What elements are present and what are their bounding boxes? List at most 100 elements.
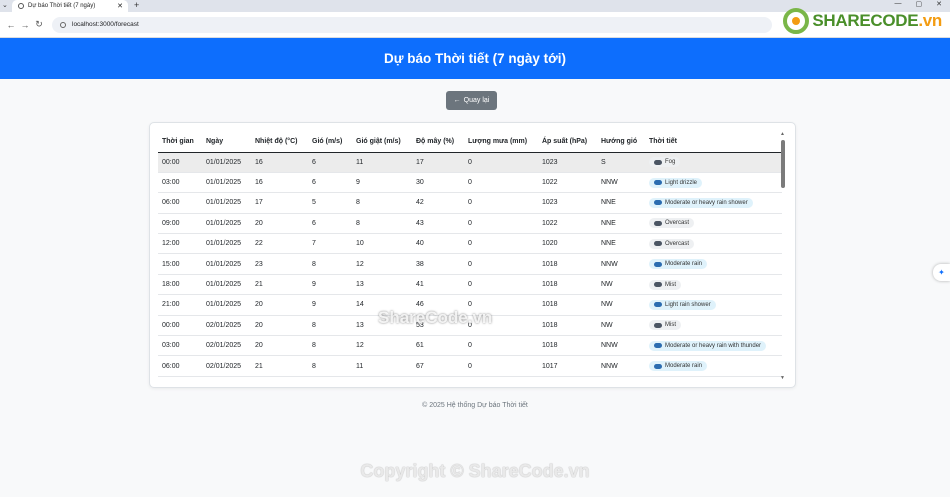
cell-time: 03:00 [158,335,202,357]
weather-badge: Moderate or heavy rain with thunder [649,340,767,351]
weather-badge: Overcast [649,238,695,249]
table-row: 09:00 01/01/2025 20 6 8 43 0 1022 NNE Overcast [158,213,782,235]
forecast-table-container[interactable]: Thời gian Ngày Nhiệt độ (°C) Gió (m/s) Gió g… [158,131,782,381]
back-button-label: Quay lại [463,97,490,104]
reload-icon[interactable]: ↻ [32,19,46,30]
weather-label: Moderate or heavy rain with thunder [665,342,762,349]
table-row: 03:00 01/01/2025 16 6 9 30 0 1022 NNW Light drizz… [158,172,782,194]
cell-date: 02/01/2025 [202,355,251,377]
watermark-center: ShareCode.vn [378,308,493,327]
fog-icon [654,282,662,288]
close-tab-icon[interactable]: ✕ [117,2,123,10]
cell-wind: 6 [308,213,352,235]
weather-label: Moderate rain [665,261,703,268]
cell-pressure: 1017 [538,355,597,377]
cell-rain: 0 [464,152,538,173]
cell-rain: 0 [464,192,538,214]
rain-icon [654,200,662,206]
cell-weather: Moderate or heavy rain shower [645,192,782,214]
cell-dir: NW [597,315,645,337]
weather-badge: Light rain shower [649,299,716,310]
cell-date: 01/01/2025 [202,253,251,275]
cell-dir: NW [597,274,645,296]
scroll-down-icon[interactable]: ▼ [780,375,785,381]
cell-time: 18:00 [158,274,202,296]
minimize-icon[interactable]: — [895,0,902,8]
cell-cloud: 40 [412,233,464,255]
cell-wind: 6 [308,152,352,173]
browser-tab[interactable]: Dự báo Thời tiết (7 ngày) ✕ [12,0,128,12]
cell-dir: NNW [597,172,645,194]
cloud-icon [654,220,662,226]
column-header: Hướng gió [597,131,645,153]
maximize-icon[interactable]: ▢ [916,0,923,8]
weather-badge: Overcast [649,218,695,229]
cell-cloud: 42 [412,192,464,214]
url-text: localhost:3000/forecast [72,21,139,28]
app-header: Dự báo Thời tiết (7 ngày tới) [0,38,950,79]
cell-pressure: 1022 [538,172,597,194]
back-button[interactable]: ← Quay lại [446,91,497,110]
weather-badge: Moderate rain [649,259,708,270]
cell-temp: 17 [251,192,308,214]
weather-label: Light rain shower [665,301,711,308]
footer-text: © 2025 Hệ thống Dự báo Thời tiết [422,402,528,409]
site-info-icon[interactable] [60,21,66,28]
cell-rain: 0 [464,213,538,235]
floating-helper-icon[interactable]: ✦ [933,264,950,281]
table-row: 15:00 01/01/2025 23 8 12 38 0 1018 NNW Moderate r… [158,253,782,275]
table-row: 06:00 02/01/2025 21 8 11 67 0 1017 NNW Moderate r… [158,355,782,377]
sharecode-logo-mark-icon [783,8,810,34]
cell-time: 21:00 [158,294,202,316]
new-tab-icon[interactable]: + [134,0,139,10]
cell-temp: 20 [251,213,308,235]
cell-gust: 11 [352,376,412,381]
cell-wind: 6 [308,172,352,194]
table-row: 03:00 02/01/2025 20 8 12 61 0 1018 NNW Moderate o… [158,335,782,357]
column-header: Áp suất (hPa) [538,131,597,153]
cell-wind: 7 [308,233,352,255]
cell-weather: Patchy rain nearby [645,376,782,381]
cell-wind: 8 [308,376,352,381]
cell-temp: 23 [251,253,308,275]
cell-date: 01/01/2025 [202,294,251,316]
url-input[interactable]: localhost:3000/forecast [52,16,772,33]
rain-icon [654,343,662,349]
cell-date: 01/01/2025 [202,192,251,214]
cell-dir: NW [597,294,645,316]
fog-icon [654,322,662,328]
tab-list-chevron-icon[interactable]: ⌄ [2,1,8,9]
cell-gust: 13 [352,274,412,296]
scroll-up-icon[interactable]: ▲ [780,131,785,137]
table-row: 09:0002/01/2025238117001016NNWPatchy rai… [158,376,782,381]
cell-weather: Overcast [645,233,782,255]
forward-arrow-icon[interactable]: → [18,20,32,30]
cell-cloud: 70 [412,376,464,381]
weather-label: Overcast [665,220,690,227]
column-header: Lượng mưa (mm) [464,131,538,153]
arrow-left-icon: ← [453,97,461,104]
forecast-table: Thời gian Ngày Nhiệt độ (°C) Gió (m/s) Gió g… [158,131,782,381]
back-arrow-icon[interactable]: ← [4,20,18,30]
close-window-icon[interactable]: ✕ [936,0,942,8]
table-scrollbar[interactable]: ▲ ▼ [780,131,786,381]
cell-gust: 11 [352,355,412,377]
cell-dir: NNE [597,213,645,235]
column-header: Thời tiết [645,131,782,153]
cell-rain: 0 [464,233,538,255]
cloud-icon [654,241,662,247]
scrollbar-thumb[interactable] [781,140,785,188]
cell-pressure: 1018 [538,253,597,275]
cell-temp: 16 [251,172,308,194]
column-header: Nhiệt độ (°C) [251,131,308,153]
column-header: Gió giật (m/s) [352,131,412,153]
cell-weather: Mist [645,315,782,337]
logo-text: SHARECODE [812,11,919,30]
cell-cloud: 67 [412,355,464,377]
cell-date: 01/01/2025 [202,274,251,296]
weather-label: Fog [665,159,676,166]
weather-label: Moderate rain [665,363,703,370]
fog-icon [654,159,662,165]
weather-badge: Moderate or heavy rain shower [649,197,753,208]
cell-cloud: 43 [412,213,464,235]
